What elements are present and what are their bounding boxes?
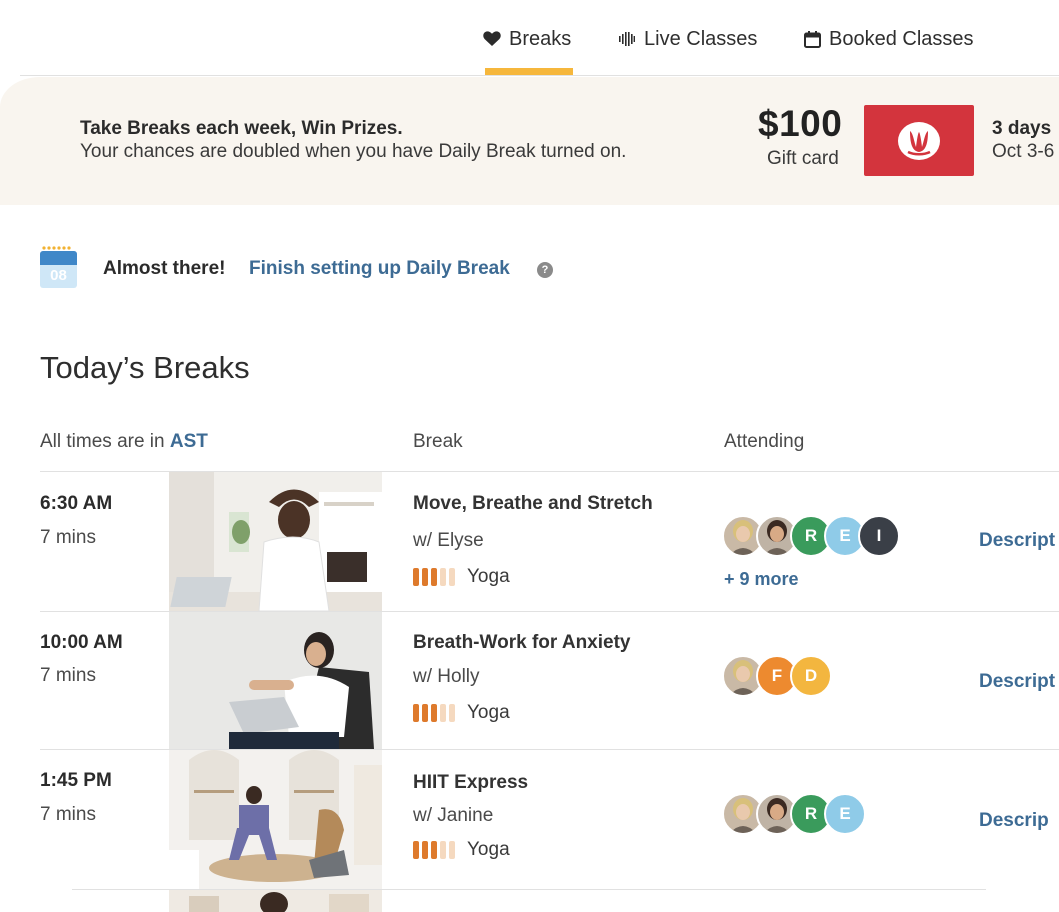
calendar-icon [803, 28, 821, 50]
intensity-indicator [413, 568, 455, 586]
live-bars-icon [618, 28, 636, 50]
break-duration: 7 mins [40, 804, 96, 825]
intensity-segment [422, 568, 428, 586]
tab-live-classes[interactable]: Live Classes [618, 28, 757, 76]
break-title[interactable]: HIIT Express [413, 772, 528, 794]
intensity-segment [422, 704, 428, 722]
category-label: Yoga [467, 566, 510, 587]
active-tab-indicator [485, 68, 573, 75]
break-row[interactable]: 1:45 PM 7 mins HIIT Express w/ Janine Yo… [0, 750, 1059, 889]
finish-setup-link[interactable]: Finish setting up Daily Break [249, 258, 510, 280]
promo-subtitle: Your chances are doubled when you have D… [80, 141, 627, 162]
break-row[interactable]: 10:00 AM 7 mins Breath-Work for Anxiety … [0, 612, 1059, 749]
break-time: 1:45 PM [40, 770, 112, 791]
tab-breaks-label: Breaks [509, 28, 572, 50]
break-time: 6:30 AM [40, 493, 113, 514]
break-title[interactable]: Move, Breathe and Stretch [413, 493, 653, 515]
intensity-segment [449, 568, 455, 586]
category-label: Yoga [467, 839, 510, 860]
page-title: Today’s Breaks [40, 350, 250, 385]
calendar-icon: 08 [40, 246, 77, 288]
help-icon[interactable]: ? [537, 262, 553, 278]
intensity-segment [422, 841, 428, 859]
tab-bar: Breaks Live Classes Booked Classes [20, 0, 1059, 76]
timezone-link[interactable]: AST [170, 431, 208, 452]
intensity-segment [431, 841, 437, 859]
prize-amount: $100 [758, 103, 843, 144]
intensity-segment [449, 704, 455, 722]
time-header-prefix: All times are in [40, 431, 165, 452]
calendar-day: 08 [50, 267, 67, 284]
break-category: Yoga [413, 566, 510, 588]
intensity-segment [449, 841, 455, 859]
attendee-avatars: REI [722, 515, 900, 557]
lululemon-logo [864, 105, 974, 176]
break-thumbnail [169, 750, 382, 889]
description-link[interactable]: Descript [979, 671, 1055, 693]
category-label: Yoga [467, 702, 510, 723]
break-column-header: Break [413, 431, 463, 452]
attendee-avatars: RE [722, 793, 866, 835]
intensity-segment [413, 568, 419, 586]
break-instructor: w/ Janine [413, 805, 494, 826]
break-thumbnail [169, 612, 382, 749]
break-category: Yoga [413, 839, 510, 861]
setup-status-text: Almost there! [103, 258, 226, 279]
tab-live-classes-label: Live Classes [644, 28, 758, 50]
intensity-segment [431, 704, 437, 722]
intensity-segment [413, 841, 419, 859]
promo-dates: Oct 3-6 [992, 141, 1055, 162]
break-row[interactable]: 6:30 AM 7 mins Move, Breathe and Stretch… [0, 472, 1059, 611]
break-title[interactable]: Breath-Work for Anxiety [413, 632, 630, 654]
break-thumbnail [169, 472, 382, 611]
promo-title: Take Breaks each week, Win Prizes. [80, 118, 403, 139]
break-instructor: w/ Holly [413, 666, 480, 687]
break-category: Yoga [413, 702, 510, 724]
break-duration: 7 mins [40, 527, 96, 548]
heart-icon [483, 28, 501, 50]
tab-booked-classes[interactable]: Booked Classes [803, 28, 974, 76]
intensity-segment [431, 568, 437, 586]
avatar-initial: D [790, 655, 832, 697]
promo-days: 3 days [992, 118, 1052, 139]
tab-booked-classes-label: Booked Classes [829, 28, 974, 50]
avatar-initial: I [858, 515, 900, 557]
time-column-header: All times are in AST [40, 431, 208, 453]
break-time: 10:00 AM [40, 632, 123, 653]
intensity-indicator [413, 704, 455, 722]
description-link[interactable]: Descrip [979, 810, 1049, 832]
attending-column-header: Attending [724, 431, 805, 452]
attendee-avatars: FD [722, 655, 832, 697]
break-duration: 7 mins [40, 665, 96, 686]
intensity-indicator [413, 841, 455, 859]
avatar-initial: E [824, 793, 866, 835]
intensity-segment [413, 704, 419, 722]
intensity-segment [440, 704, 446, 722]
break-thumbnail [169, 890, 382, 912]
intensity-segment [440, 568, 446, 586]
break-instructor: w/ Elyse [413, 530, 484, 551]
prize-banner: Take Breaks each week, Win Prizes. Your … [0, 77, 1059, 205]
more-attendees-link[interactable]: + 9 more [724, 569, 799, 590]
intensity-segment [440, 841, 446, 859]
description-link[interactable]: Descript [979, 530, 1055, 552]
prize-label: Gift card [767, 148, 839, 169]
